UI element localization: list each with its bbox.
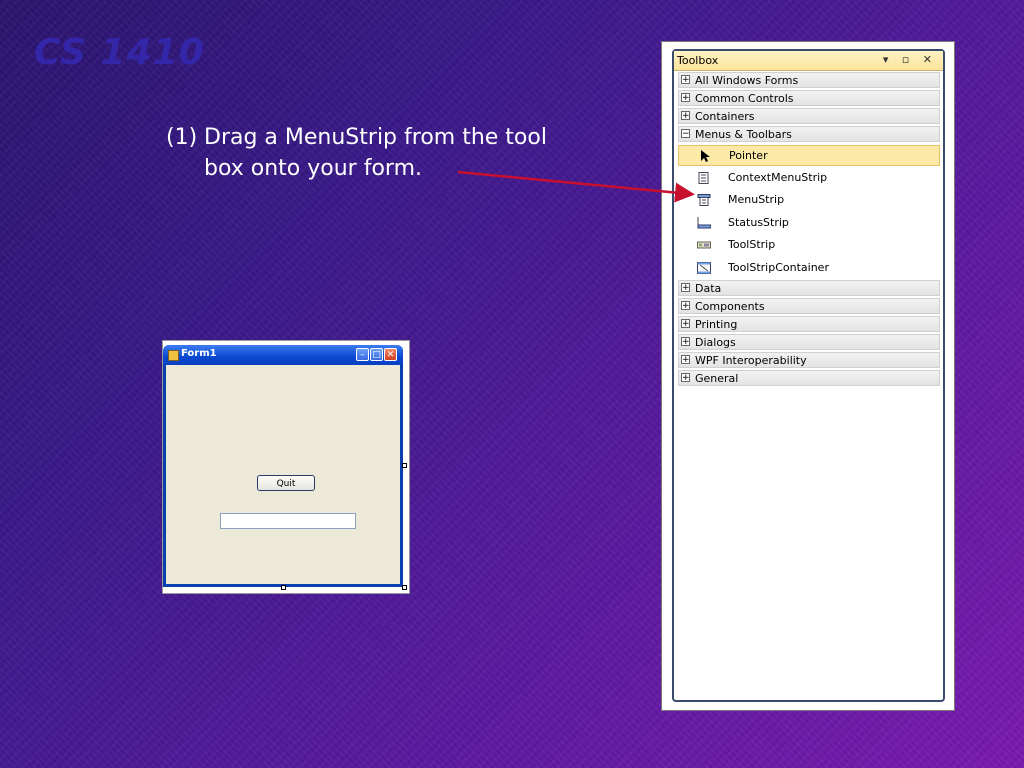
category-all-windows-forms[interactable]: + All Windows Forms bbox=[678, 72, 940, 88]
category-components[interactable]: + Components bbox=[678, 298, 940, 314]
form-title: Form1 bbox=[181, 348, 217, 359]
category-label: Containers bbox=[695, 110, 755, 123]
category-dialogs[interactable]: + Dialogs bbox=[678, 334, 940, 350]
category-label: General bbox=[695, 372, 739, 385]
category-label: Data bbox=[695, 282, 722, 295]
arrow-line bbox=[457, 170, 695, 203]
expand-icon[interactable]: + bbox=[681, 319, 690, 329]
instruction-number: (1) bbox=[166, 125, 198, 150]
item-label: MenuStrip bbox=[728, 193, 785, 206]
toolbox-item-pointer[interactable]: Pointer bbox=[678, 145, 940, 166]
item-label: Pointer bbox=[729, 149, 768, 162]
category-label: All Windows Forms bbox=[695, 74, 799, 87]
category-label: Menus & Toolbars bbox=[695, 128, 792, 141]
resize-handle-corner[interactable] bbox=[402, 585, 407, 590]
form-icon bbox=[168, 350, 179, 361]
category-label: Components bbox=[695, 300, 765, 313]
instruction-line-2: box onto your form. bbox=[204, 156, 422, 181]
category-printing[interactable]: + Printing bbox=[678, 316, 940, 332]
form-titlebar[interactable]: Form1 – □ ✕ bbox=[163, 345, 403, 365]
category-data[interactable]: + Data bbox=[678, 280, 940, 296]
toolbox-header[interactable]: Toolbox ▾ ▫ ✕ bbox=[674, 51, 943, 71]
category-label: Dialogs bbox=[695, 336, 736, 349]
category-label: Printing bbox=[695, 318, 738, 331]
collapse-icon[interactable]: − bbox=[681, 129, 690, 139]
item-label: ToolStripContainer bbox=[728, 261, 829, 274]
tool-strip-icon bbox=[697, 241, 711, 249]
expand-icon[interactable]: + bbox=[681, 93, 690, 103]
toolbox-item-statusstrip[interactable]: StatusStrip bbox=[678, 213, 940, 234]
form-textbox[interactable] bbox=[220, 513, 356, 529]
toolbox-title: Toolbox bbox=[677, 54, 719, 67]
menu-strip-icon bbox=[697, 194, 711, 206]
toolbox-panel: Toolbox ▾ ▫ ✕ + All Windows Forms + Comm… bbox=[672, 49, 945, 702]
expand-icon[interactable]: + bbox=[681, 75, 690, 85]
expand-icon[interactable]: + bbox=[681, 355, 690, 365]
expand-icon[interactable]: + bbox=[681, 111, 690, 121]
course-title: CS 1410 bbox=[34, 32, 205, 73]
category-common-controls[interactable]: + Common Controls bbox=[678, 90, 940, 106]
instruction-line-1: Drag a MenuStrip from the tool bbox=[204, 125, 547, 150]
status-strip-icon bbox=[697, 217, 711, 229]
form-window[interactable]: Form1 – □ ✕ Quit bbox=[163, 345, 403, 587]
toolbox-item-toolstripcontainer[interactable]: ToolStripContainer bbox=[678, 258, 940, 279]
category-menus-toolbars[interactable]: − Menus & Toolbars bbox=[678, 126, 940, 142]
context-menu-strip-icon bbox=[698, 172, 709, 184]
category-label: Common Controls bbox=[695, 92, 794, 105]
resize-handle-bottom[interactable] bbox=[281, 585, 286, 590]
category-wpf-interoperability[interactable]: + WPF Interoperability bbox=[678, 352, 940, 368]
expand-icon[interactable]: + bbox=[681, 283, 690, 293]
item-label: ToolStrip bbox=[728, 238, 776, 251]
item-label: StatusStrip bbox=[728, 216, 789, 229]
item-label: ContextMenuStrip bbox=[728, 171, 828, 184]
pointer-icon bbox=[701, 150, 710, 162]
expand-icon[interactable]: + bbox=[681, 301, 690, 311]
category-containers[interactable]: + Containers bbox=[678, 108, 940, 124]
expand-icon[interactable]: + bbox=[681, 337, 690, 347]
tool-strip-container-icon bbox=[697, 262, 711, 274]
category-general[interactable]: + General bbox=[678, 370, 940, 386]
category-label: WPF Interoperability bbox=[695, 354, 807, 367]
resize-handle-right[interactable] bbox=[402, 463, 407, 468]
toolbox-window-controls[interactable]: ▾ ▫ ✕ bbox=[883, 53, 937, 66]
quit-button[interactable]: Quit bbox=[257, 475, 315, 491]
form-client-area[interactable]: Quit bbox=[166, 365, 400, 584]
toolbox-item-toolstrip[interactable]: ToolStrip bbox=[678, 235, 940, 256]
expand-icon[interactable]: + bbox=[681, 373, 690, 383]
toolbox-item-menustrip[interactable]: MenuStrip bbox=[678, 190, 940, 211]
maximize-icon[interactable]: □ bbox=[370, 348, 383, 361]
close-icon[interactable]: ✕ bbox=[384, 348, 397, 361]
minimize-icon[interactable]: – bbox=[356, 348, 369, 361]
toolbox-item-contextmenustrip[interactable]: ContextMenuStrip bbox=[678, 168, 940, 189]
